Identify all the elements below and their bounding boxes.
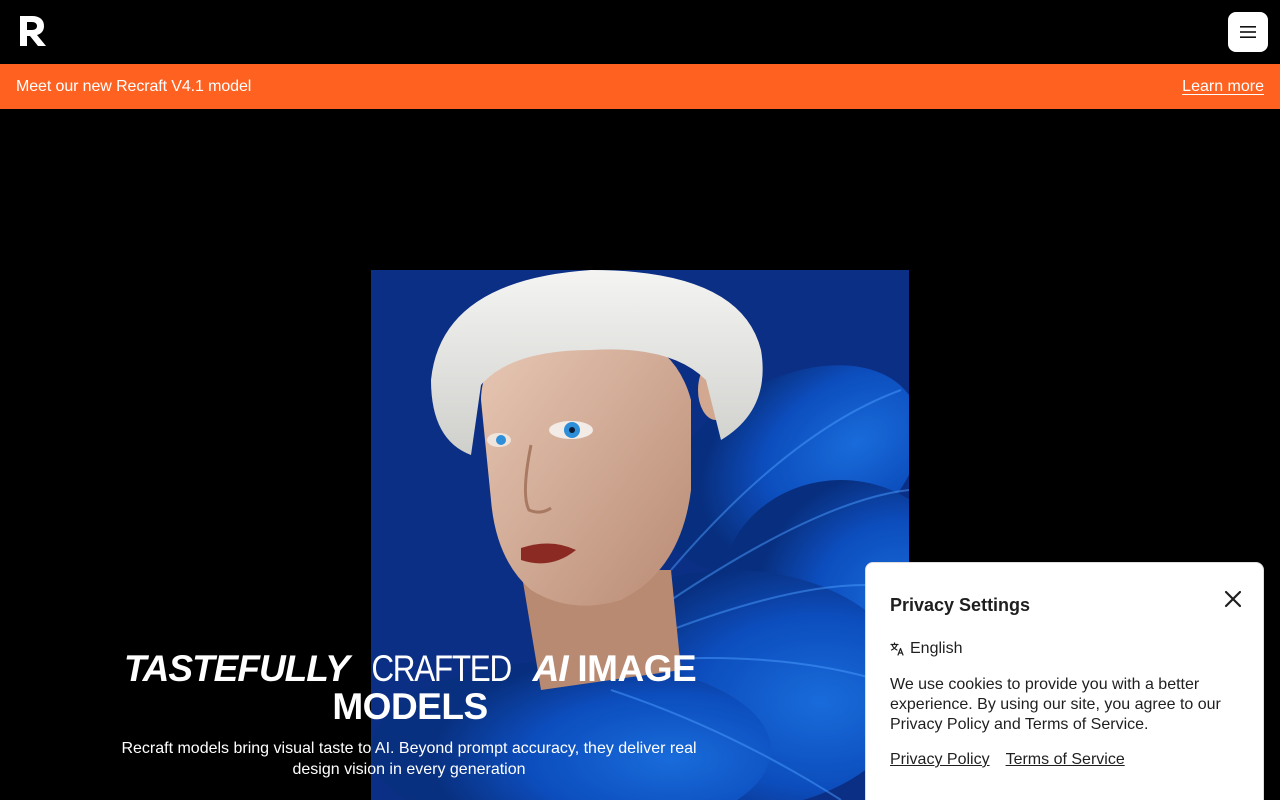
translate-icon xyxy=(890,642,904,656)
announcement-banner: Meet our new Recraft V4.1 model Learn mo… xyxy=(0,64,1280,109)
privacy-settings-panel: Privacy Settings English We use cookies … xyxy=(865,562,1264,800)
recraft-logo-icon[interactable] xyxy=(16,14,48,48)
headline-word-ai: AI xyxy=(532,648,569,689)
menu-button[interactable] xyxy=(1228,12,1268,52)
terms-of-service-link[interactable]: Terms of Service xyxy=(1006,751,1125,769)
hamburger-menu-icon xyxy=(1240,26,1256,38)
privacy-body-text: We use cookies to provide you with a bet… xyxy=(890,676,1221,733)
headline-word-tastefully: TASTEFULLY xyxy=(123,648,350,689)
language-label: English xyxy=(910,640,963,657)
top-navigation-bar xyxy=(0,0,1280,64)
privacy-policy-link[interactable]: Privacy Policy xyxy=(890,751,990,769)
language-selector[interactable]: English xyxy=(890,640,1239,658)
privacy-title: Privacy Settings xyxy=(890,595,1031,615)
hero-subtext: Recraft models bring visual taste to AI.… xyxy=(121,740,697,778)
learn-more-link[interactable]: Learn more xyxy=(1182,78,1264,96)
close-icon[interactable] xyxy=(1223,589,1243,609)
banner-text: Meet our new Recraft V4.1 model xyxy=(16,77,252,95)
hero-headline: TASTEFULLY CRAFTED AI IMAGE MODELS xyxy=(110,650,710,726)
headline-word-crafted: CRAFTED xyxy=(370,648,512,689)
privacy-links: Privacy Policy Terms of Service xyxy=(890,751,1239,769)
